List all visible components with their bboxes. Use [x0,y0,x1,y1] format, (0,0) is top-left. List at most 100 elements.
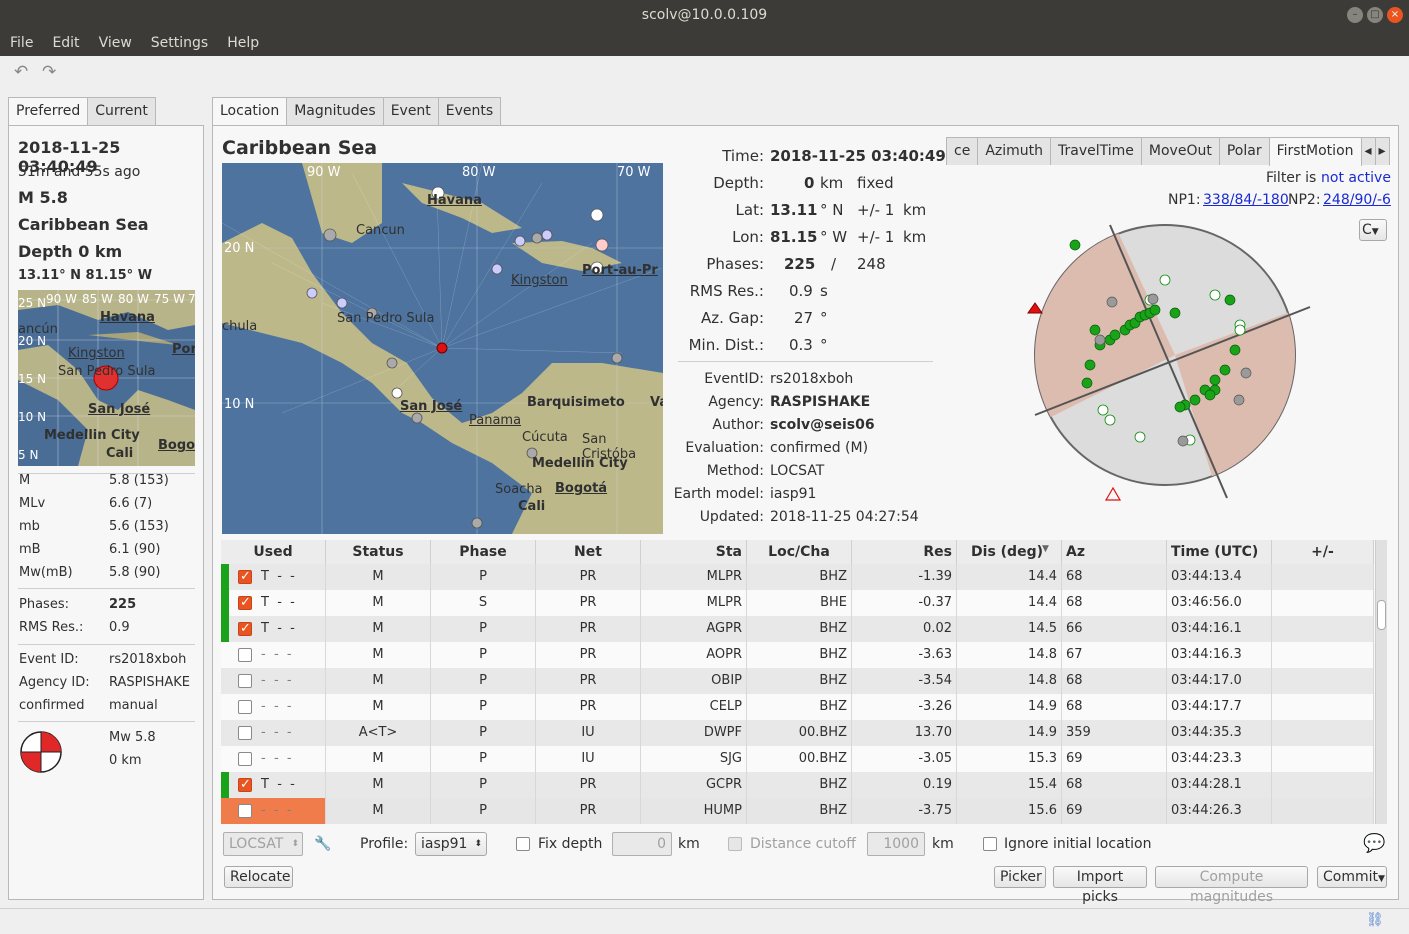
spin-icon: ⬍ [474,839,482,849]
rms-unit: s [820,282,828,300]
used-cell[interactable]: T - - [221,616,326,642]
beachball-icon [20,731,62,773]
table-row[interactable]: - - - M P IU SJG 00.BHZ -3.05 15.3 69 03:44:23.3 [221,746,1374,772]
tab-firstmotion[interactable]: FirstMotion [1268,137,1362,166]
tab-azimuth[interactable]: Azimuth [977,137,1052,165]
filter-link[interactable]: not active [1321,170,1391,186]
picker-button[interactable]: Picker [994,866,1046,888]
minimize-button[interactable]: – [1347,7,1363,23]
status-cell: M [326,642,431,668]
import-picks-button[interactable]: Import picks [1053,866,1147,905]
menu-help[interactable]: Help [227,30,259,56]
comment-icon[interactable]: 💬 [1363,833,1385,854]
tab-event[interactable]: Event [382,97,439,125]
np1-value[interactable]: 338/84/-180 [1203,192,1289,208]
table-row[interactable]: T - - MPPRMLPRBHZ-1.3914.46803:44:13.4 [221,564,1374,590]
locator-select[interactable]: LOCSAT ⬍ [223,832,303,856]
distance-cutoff-input[interactable]: 1000 [867,832,925,856]
plot-mode-combo[interactable]: C▼ [1359,219,1387,241]
commit-button[interactable]: Commit▼ [1317,866,1387,888]
mini-city-sanpedrosula: San Pedro Sula [58,364,156,379]
used-checkbox[interactable] [238,564,252,590]
first-motion-plot[interactable] [1015,215,1315,515]
wrench-icon[interactable]: 🔧 [314,836,331,852]
table-row[interactable]: - - - M P PR CELP BHZ -3.26 14.9 68 03:44:17.7 [221,694,1374,720]
used-checkbox[interactable] [238,648,252,662]
tab-location[interactable]: Location [212,97,288,126]
used-cell[interactable]: - - - [221,746,326,772]
fix-depth-checkbox[interactable] [516,837,530,851]
phases-value: 225 [109,597,137,612]
col-time[interactable]: Time (UTC) [1167,540,1272,564]
tab-moveout[interactable]: MoveOut [1140,137,1220,165]
menu-edit[interactable]: Edit [52,30,79,56]
col-plusminus[interactable]: +/- [1272,540,1374,564]
used-cell[interactable]: T - - [221,564,326,590]
tab-polar[interactable]: Polar [1218,137,1270,165]
col-net[interactable]: Net [536,540,641,564]
summary-magnitude: M 5.8 [18,188,68,207]
tab-current[interactable]: Current [87,97,156,125]
menu-settings[interactable]: Settings [151,30,208,56]
table-row[interactable]: T - - MSPRMLPRBHE-0.3714.46803:46:56.0 [221,590,1374,616]
ignore-initial-checkbox[interactable] [983,837,997,851]
used-cell[interactable]: - - - [221,720,326,746]
undo-icon[interactable]: ↶ [14,62,28,82]
used-cell[interactable]: - - - [221,642,326,668]
compute-magnitudes-button[interactable]: Compute magnitudes [1155,866,1308,905]
table-scrollbar[interactable] [1375,540,1387,824]
menu-view[interactable]: View [99,30,132,56]
redo-icon[interactable]: ↷ [42,62,56,82]
table-row[interactable]: T - - MPPRAGPRBHZ0.0214.56603:44:16.1 [221,616,1374,642]
mini-city-kingston: Kingston [68,346,125,361]
location-map[interactable]: 90 W 80 W 70 W 20 N 10 N Havana Cancun K… [222,163,663,534]
maximize-button[interactable]: □ [1367,7,1383,23]
col-status[interactable]: Status [326,540,431,564]
used-checkbox[interactable] [238,752,252,766]
tab-preferred[interactable]: Preferred [8,97,89,126]
table-row[interactable]: - - - A<T> P IU DWPF 00.BHZ 13.70 14.9 359 03:44:… [221,720,1374,746]
col-loccha[interactable]: Loc/Cha [747,540,852,564]
fix-depth-input[interactable]: 0 [612,832,672,856]
profile-select[interactable]: iasp91 ⬍ [415,832,487,856]
distance-cutoff-checkbox[interactable] [728,837,742,851]
status-cell: M [326,564,431,590]
table-row[interactable]: T - - MPPRGCPRBHZ0.1915.46803:44:28.1 [221,772,1374,798]
used-cell[interactable]: - - - [221,694,326,720]
col-sta[interactable]: Sta [641,540,747,564]
used-checkbox[interactable] [238,616,252,642]
used-checkbox[interactable] [238,772,252,798]
used-checkbox[interactable] [238,700,252,714]
tab-events[interactable]: Events [437,97,502,125]
used-cell[interactable]: T - - [221,590,326,616]
col-phase[interactable]: Phase [431,540,536,564]
tab-traveltime[interactable]: TravelTime [1050,137,1142,165]
sta-cell: DWPF [641,720,747,746]
mini-map[interactable]: 25 N 20 N 15 N 10 N 5 N 90 W 85 W 80 W 7… [18,290,195,466]
used-cell[interactable]: - - - [221,798,326,824]
table-scroll-thumb[interactable] [1377,600,1386,630]
menu-file[interactable]: File [10,30,33,56]
col-used[interactable]: Used [221,540,326,564]
tab-distance[interactable]: ce [946,137,979,165]
used-checkbox[interactable] [238,674,252,688]
table-row[interactable]: - - - M P PR OBIP BHZ -3.54 14.8 68 03:44:17.0 [221,668,1374,694]
table-row[interactable]: - - - M P PR AOPR BHZ -3.63 14.8 67 03:44:16.3 [221,642,1374,668]
used-checkbox[interactable] [238,590,252,616]
used-checkbox[interactable] [238,804,252,818]
col-res[interactable]: Res [852,540,957,564]
close-button[interactable]: × [1387,7,1403,23]
used-cell[interactable]: T - - [221,772,326,798]
col-az[interactable]: Az [1062,540,1167,564]
relocate-button[interactable]: Relocate [224,866,293,888]
np2-value[interactable]: 248/90/-6 [1323,192,1391,208]
tab-scroll-left[interactable]: ◂ [1360,137,1376,165]
evaluation-value: confirmed (M) [770,440,869,456]
tab-scroll-right[interactable]: ▸ [1374,137,1390,165]
earth-model-value: iasp91 [770,486,817,502]
used-cell[interactable]: - - - [221,668,326,694]
tab-magnitudes[interactable]: Magnitudes [286,97,384,125]
used-checkbox[interactable] [238,726,252,740]
table-row[interactable]: - - - M P PR HUMP BHZ -3.75 15.6 69 03:44:26.3 [221,798,1374,824]
eventid-label: EventID: [704,371,764,387]
